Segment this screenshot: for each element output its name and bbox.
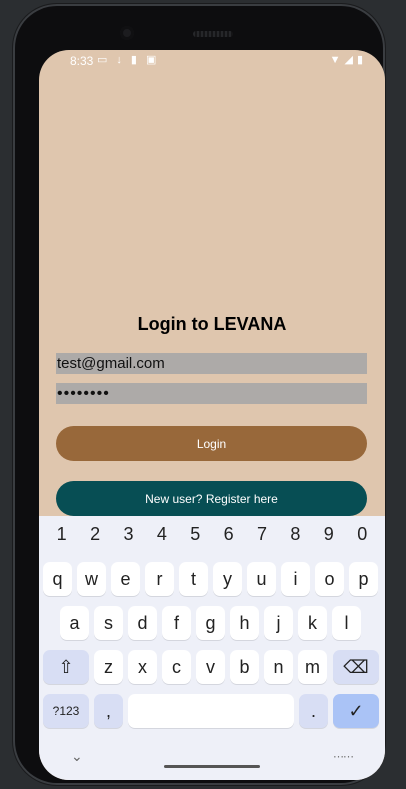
key-z[interactable]: z	[94, 650, 123, 684]
screen: 8:33 ▭ ↓ ▮ ▣ ▼ ◢ ▮ Login to LEVANA Login…	[39, 50, 385, 780]
email-field[interactable]	[56, 353, 367, 374]
key-1[interactable]: 1	[47, 524, 77, 545]
keyboard-icon[interactable]: ⋯⋯	[333, 750, 354, 763]
key-y[interactable]: y	[213, 562, 242, 596]
phone-frame: 8:33 ▭ ↓ ▮ ▣ ▼ ◢ ▮ Login to LEVANA Login…	[13, 4, 385, 785]
key-u[interactable]: u	[247, 562, 276, 596]
key-i[interactable]: i	[281, 562, 310, 596]
status-time: 8:33	[70, 54, 94, 68]
key-h[interactable]: h	[230, 606, 259, 640]
backspace-icon: ⌫	[343, 656, 369, 677]
key-a[interactable]: a	[60, 606, 89, 640]
signal-icon: ◢	[344, 54, 353, 66]
keyboard-nav: ⌄ ⋯⋯	[39, 748, 385, 780]
register-button[interactable]: New user? Register here	[56, 481, 367, 516]
key-0[interactable]: 0	[347, 524, 377, 545]
number-row: 1 2 3 4 5 6 7 8 9 0	[39, 524, 385, 545]
key-t[interactable]: t	[179, 562, 208, 596]
key-e[interactable]: e	[111, 562, 140, 596]
status-bar: 8:33 ▭ ↓ ▮ ▣ ▼ ◢ ▮	[39, 50, 385, 72]
battery-icon: ▮	[356, 54, 363, 66]
key-6[interactable]: 6	[214, 524, 244, 545]
period-key[interactable]: .	[299, 694, 328, 728]
checkmark-icon: ✓	[348, 700, 364, 721]
key-8[interactable]: 8	[280, 524, 310, 545]
key-2[interactable]: 2	[80, 524, 110, 545]
sd-card-icon: ▮	[130, 54, 137, 66]
home-handle[interactable]	[164, 765, 260, 768]
key-r[interactable]: r	[145, 562, 174, 596]
enter-key[interactable]: ✓	[333, 694, 379, 728]
key-4[interactable]: 4	[147, 524, 177, 545]
chevron-down-icon[interactable]: ⌄	[71, 748, 83, 765]
key-5[interactable]: 5	[180, 524, 210, 545]
notification-icon: ▣	[145, 54, 157, 66]
key-f[interactable]: f	[162, 606, 191, 640]
camera-icon	[120, 26, 134, 40]
wifi-icon: ▼	[329, 53, 341, 66]
space-key[interactable]	[128, 694, 294, 728]
key-b[interactable]: b	[230, 650, 259, 684]
key-p[interactable]: p	[349, 562, 378, 596]
key-d[interactable]: d	[128, 606, 157, 640]
key-9[interactable]: 9	[314, 524, 344, 545]
password-field[interactable]	[56, 383, 367, 404]
download-icon: ↓	[116, 54, 122, 66]
key-n[interactable]: n	[264, 650, 293, 684]
key-x[interactable]: x	[128, 650, 157, 684]
key-l[interactable]: l	[332, 606, 361, 640]
shift-icon: ⇧	[58, 656, 74, 677]
key-3[interactable]: 3	[113, 524, 143, 545]
key-k[interactable]: k	[298, 606, 327, 640]
backspace-key[interactable]: ⌫	[333, 650, 379, 684]
key-m[interactable]: m	[298, 650, 327, 684]
key-q[interactable]: q	[43, 562, 72, 596]
key-g[interactable]: g	[196, 606, 225, 640]
key-w[interactable]: w	[77, 562, 106, 596]
page-title: Login to LEVANA	[137, 314, 287, 334]
comma-key[interactable]: ,	[94, 694, 123, 728]
shift-key[interactable]: ⇧	[43, 650, 89, 684]
key-j[interactable]: j	[264, 606, 293, 640]
speaker-grille	[193, 31, 233, 37]
keyboard: 1 2 3 4 5 6 7 8 9 0 q w e r t y u i o p …	[39, 516, 385, 780]
key-v[interactable]: v	[196, 650, 225, 684]
key-o[interactable]: o	[315, 562, 344, 596]
key-s[interactable]: s	[94, 606, 123, 640]
login-button[interactable]: Login	[56, 426, 367, 461]
key-7[interactable]: 7	[247, 524, 277, 545]
screen-icon: ▭	[97, 54, 108, 66]
symbols-key[interactable]: ?123	[43, 694, 89, 728]
key-c[interactable]: c	[162, 650, 191, 684]
